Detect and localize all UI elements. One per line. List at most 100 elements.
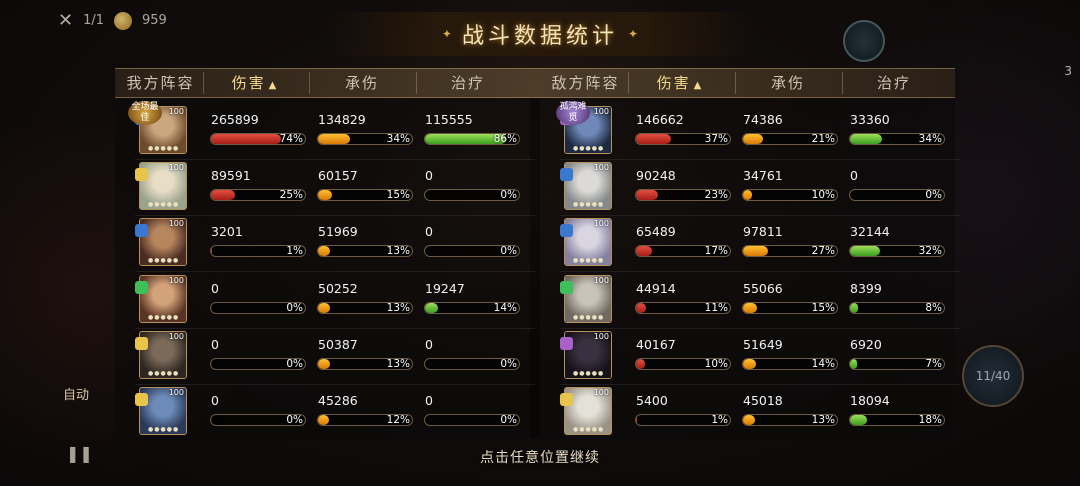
heal-percent: 32% <box>918 245 942 258</box>
taken-value: 45018 <box>743 393 783 408</box>
enemy-taken-stat: 74386 21% <box>742 112 838 156</box>
enemy-title-badge: 孤鸿难觅 <box>556 101 590 125</box>
enemy-taken-stat: 34761 10% <box>742 168 838 212</box>
heal-bar-fill <box>850 246 881 257</box>
heal-value: 18094 <box>850 393 890 408</box>
taken-value: 97811 <box>743 224 783 240</box>
element-icon <box>135 168 148 182</box>
ally-heal-stat: 0 0% <box>424 224 520 268</box>
star-rating-icon: ●●●●● <box>148 313 180 321</box>
title-ornament-right: ✦ <box>628 27 639 41</box>
auto-toggle[interactable]: 自动 <box>63 384 89 403</box>
star-rating-icon: ●●●●● <box>573 257 605 265</box>
damage-percent: 74% <box>279 133 303 145</box>
hero-level: 100 <box>593 331 609 341</box>
taken-progress-bar: 12% <box>317 414 413 426</box>
skill-orb-icon <box>843 20 885 62</box>
damage-bar-fill <box>211 134 281 144</box>
taken-bar-fill <box>743 415 756 425</box>
element-icon <box>135 224 148 238</box>
taken-progress-bar: 21% <box>742 133 838 145</box>
taken-progress-bar: 13% <box>317 245 413 258</box>
damage-progress-bar: 10% <box>635 357 731 370</box>
hero-level: 100 <box>168 275 184 285</box>
heal-progress-bar: 0% <box>424 189 520 202</box>
enemy-damage-stat: 40167 10% <box>635 337 731 381</box>
damage-percent: 0% <box>286 357 303 370</box>
star-rating-icon: ●●●●● <box>148 145 180 152</box>
star-rating-icon: ●●●●● <box>148 369 180 377</box>
taken-percent: 10% <box>811 189 835 202</box>
damage-percent: 23% <box>704 189 728 202</box>
tab-enemy-heal[interactable]: 治疗 <box>844 68 944 98</box>
element-icon <box>135 280 148 294</box>
taken-percent: 13% <box>386 357 410 370</box>
taken-value: 50387 <box>318 336 358 352</box>
page-title: 战斗数据统计 <box>461 24 618 49</box>
heal-progress-bar: 32% <box>849 245 945 258</box>
hero-level: 100 <box>593 219 609 229</box>
enemy-taken-stat: 45018 13% <box>742 393 838 437</box>
taken-value: 34761 <box>743 168 783 184</box>
enemy-damage-stat: 146662 37% <box>635 112 731 156</box>
heal-bar-fill <box>850 415 867 425</box>
damage-bar-fill <box>636 415 637 425</box>
continue-prompt[interactable]: 点击任意位置继续 <box>0 447 1080 467</box>
taken-percent: 15% <box>386 189 410 202</box>
damage-value: 44914 <box>636 280 676 296</box>
star-rating-icon: ●●●●● <box>573 313 605 321</box>
taken-value: 134829 <box>318 112 366 127</box>
coin-count: 959 <box>142 13 167 28</box>
damage-progress-bar: 37% <box>635 133 731 145</box>
ally-damage-stat: 3201 1% <box>210 224 306 268</box>
enemy-taken-stat: 97811 27% <box>742 224 838 268</box>
row-divider <box>135 383 535 385</box>
heal-percent: 86% <box>493 133 517 145</box>
taken-value: 51969 <box>318 224 358 240</box>
tab-ally-heal[interactable]: 治疗 <box>418 68 518 98</box>
heal-bar-fill <box>425 302 439 313</box>
taken-progress-bar: 14% <box>742 357 838 370</box>
heal-progress-bar: 0% <box>849 189 945 202</box>
damage-progress-bar: 0% <box>210 301 306 314</box>
damage-value: 90248 <box>636 168 676 184</box>
header-divider <box>842 72 843 94</box>
damage-value: 40167 <box>636 336 676 352</box>
taken-value: 51649 <box>743 336 783 352</box>
tab-enemy-taken[interactable]: 承伤 <box>738 68 838 98</box>
ally-heal-stat: 115555 86% <box>424 112 520 156</box>
heal-value: 32144 <box>850 224 890 240</box>
ally-taken-stat: 51969 13% <box>317 224 413 268</box>
star-rating-icon: ●●●●● <box>573 369 605 377</box>
taken-percent: 21% <box>811 133 835 145</box>
damage-percent: 25% <box>279 189 303 202</box>
enemy-damage-stat: 44914 11% <box>635 281 731 325</box>
row-divider <box>560 271 960 273</box>
damage-value: 0 <box>211 280 219 296</box>
element-icon <box>135 393 148 406</box>
row-divider <box>135 327 535 329</box>
taken-bar-fill <box>743 358 757 369</box>
ally-taken-stat: 134829 34% <box>317 112 413 156</box>
mvp-badge: 全场最佳 <box>128 101 162 125</box>
close-icon[interactable]: ✕ <box>58 10 73 31</box>
enemy-team-label: 敌方阵容 <box>551 74 620 92</box>
damage-value: 146662 <box>636 112 684 127</box>
damage-value: 0 <box>211 393 219 408</box>
hero-level: 100 <box>593 163 609 173</box>
damage-bar-fill <box>636 246 652 257</box>
row-divider <box>560 383 960 385</box>
heal-progress-bar: 0% <box>424 357 520 370</box>
taken-bar-fill <box>743 190 753 201</box>
tab-ally-taken[interactable]: 承伤 <box>312 68 412 98</box>
tab-enemy-damage[interactable]: 伤害 ▲ <box>630 68 730 98</box>
tab-ally-damage[interactable]: 伤害 ▲ <box>205 68 305 98</box>
taken-percent: 13% <box>386 245 410 258</box>
taken-percent: 14% <box>811 357 835 370</box>
damage-percent: 0% <box>286 414 303 426</box>
taken-value: 50252 <box>318 280 358 296</box>
heal-value: 19247 <box>425 280 465 296</box>
enemy-damage-stat: 5400 1% <box>635 393 731 437</box>
header-divider <box>628 72 629 94</box>
taken-progress-bar: 13% <box>317 301 413 314</box>
